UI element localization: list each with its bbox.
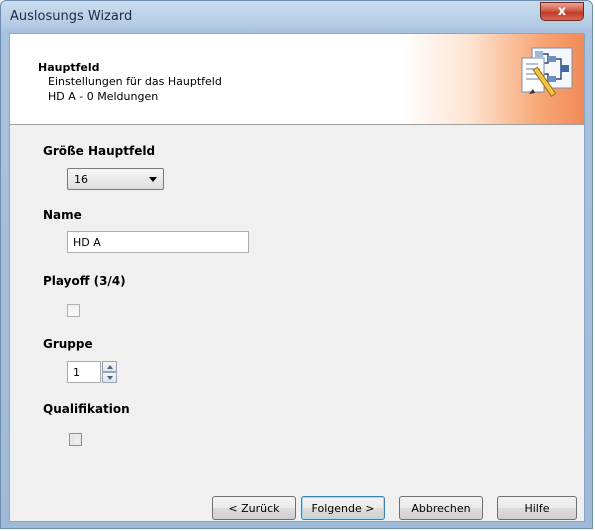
name-label: Name — [43, 208, 82, 222]
close-icon: x — [557, 4, 567, 19]
arrow-down-icon — [106, 375, 113, 380]
playoff-label: Playoff (3/4) — [43, 274, 126, 288]
close-button[interactable]: x — [540, 2, 584, 21]
arrow-up-icon — [106, 364, 113, 369]
group-spinner — [102, 361, 117, 383]
header-subtitle: Einstellungen für das Hauptfeld — [48, 75, 222, 88]
header-detail: HD A - 0 Meldungen — [48, 90, 159, 103]
size-value: 16 — [74, 173, 88, 186]
chevron-down-icon — [149, 177, 157, 182]
size-label: Größe Hauptfeld — [43, 144, 156, 158]
playoff-checkbox[interactable] — [67, 304, 80, 317]
bracket-draw-wizard-icon — [521, 47, 573, 97]
cancel-button[interactable]: Abbrechen — [399, 496, 483, 520]
back-button[interactable]: < Zurück — [212, 496, 296, 520]
title-bar[interactable]: Auslosungs Wizard x — [1, 1, 592, 33]
wizard-window: Auslosungs Wizard x Hauptfeld Einstellun… — [0, 0, 593, 529]
qualification-label: Qualifikation — [43, 402, 130, 416]
group-label: Gruppe — [43, 337, 93, 351]
window-title: Auslosungs Wizard — [10, 9, 133, 24]
spin-down-button[interactable] — [102, 372, 117, 383]
help-button[interactable]: Hilfe — [497, 496, 577, 520]
size-dropdown[interactable]: 16 — [67, 168, 164, 190]
group-input[interactable]: 1 — [67, 361, 101, 383]
wizard-header: Hauptfeld Einstellungen für das Hauptfel… — [10, 34, 584, 125]
name-input[interactable] — [67, 231, 249, 253]
next-button[interactable]: Folgende > — [301, 496, 385, 520]
dialog-client-area: Hauptfeld Einstellungen für das Hauptfel… — [9, 33, 585, 522]
spin-up-button[interactable] — [102, 361, 117, 372]
group-value: 1 — [73, 366, 80, 379]
header-title: Hauptfeld — [38, 61, 100, 74]
qualification-checkbox[interactable] — [69, 433, 82, 446]
